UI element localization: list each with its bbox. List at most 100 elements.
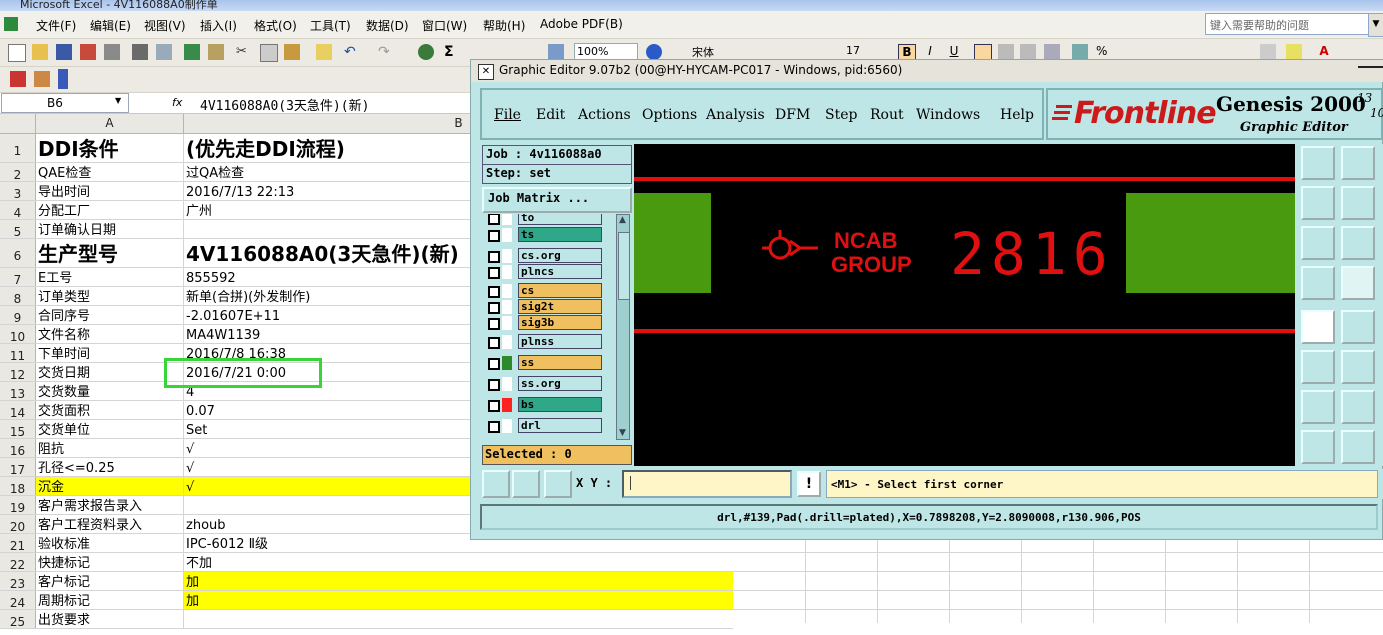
cell-a[interactable]: 客户工程资料录入 — [36, 515, 184, 533]
autosum-icon[interactable]: Σ — [444, 44, 460, 60]
cell-a[interactable]: 阻抗 — [36, 439, 184, 457]
layer-name[interactable]: cs.org — [518, 248, 602, 263]
row-header[interactable]: 23 — [0, 572, 36, 591]
delete-icon[interactable] — [1341, 350, 1375, 384]
help-search-input[interactable]: 键入需要帮助的问题 — [1205, 13, 1370, 35]
fx-icon[interactable]: fx — [172, 96, 182, 109]
name-box[interactable]: B6 ▼ — [1, 93, 129, 113]
cell-a[interactable]: 订单确认日期 — [36, 220, 184, 238]
menu-view[interactable]: 视图(V) — [144, 17, 186, 34]
select-icon[interactable] — [1301, 310, 1335, 344]
chevron-down-icon[interactable]: ▼ — [115, 96, 121, 105]
slant-line-icon[interactable] — [1341, 390, 1375, 424]
column-header-a[interactable]: A — [36, 114, 184, 133]
cell-a[interactable]: 生产型号 — [36, 239, 184, 267]
row-header[interactable]: 3 — [0, 182, 36, 201]
ge-menu-windows[interactable]: Windows — [916, 107, 980, 123]
layer-scroll-thumb[interactable] — [618, 232, 630, 300]
cell-a[interactable]: 订单类型 — [36, 287, 184, 305]
snap-grid-icon[interactable] — [512, 470, 540, 498]
layer-name[interactable]: sig3b — [518, 315, 602, 330]
cell-b[interactable]: 加 — [184, 591, 733, 609]
row-header[interactable]: 5 — [0, 220, 36, 239]
layer-row-cs[interactable]: cs — [482, 283, 616, 300]
snap-center-icon[interactable] — [544, 470, 572, 498]
cell-a[interactable]: 文件名称 — [36, 325, 184, 343]
row-header[interactable]: 22 — [0, 553, 36, 572]
cell-a[interactable]: 合同序号 — [36, 306, 184, 324]
cell-a[interactable]: QAE检查 — [36, 163, 184, 181]
cell-a[interactable]: E工号 — [36, 268, 184, 286]
row-header[interactable]: 15 — [0, 420, 36, 439]
pdf-email-icon[interactable] — [34, 71, 50, 87]
permission-icon[interactable] — [80, 44, 96, 60]
underline-icon[interactable]: U — [946, 44, 962, 60]
layer-row-sig3b[interactable]: sig3b — [482, 315, 616, 332]
cell-a[interactable]: 验收标准 — [36, 534, 184, 552]
xy-input[interactable] — [622, 470, 792, 498]
cell-a[interactable]: DDI条件 — [36, 134, 184, 162]
row-header[interactable]: 14 — [0, 401, 36, 420]
row-header[interactable]: 19 — [0, 496, 36, 515]
layer-name[interactable]: plnss — [518, 334, 602, 349]
zoom-fit-icon[interactable] — [1301, 226, 1335, 260]
cell-a[interactable]: 孔径<=0.25 — [36, 458, 184, 476]
layer-color-swatch[interactable] — [502, 249, 512, 263]
row-header[interactable]: 6 — [0, 239, 36, 267]
row-header[interactable]: 8 — [0, 287, 36, 306]
cell-a[interactable]: 出货要求 — [36, 610, 184, 628]
cell-a[interactable]: 客户标记 — [36, 572, 184, 590]
layer-color-swatch[interactable] — [502, 228, 512, 242]
layer-checkbox[interactable] — [488, 379, 500, 391]
cell-a[interactable]: 交货单位 — [36, 420, 184, 438]
cell-a[interactable]: 交货数量 — [36, 382, 184, 400]
research-icon[interactable] — [208, 44, 224, 60]
cell-b[interactable]: 不加 — [184, 553, 733, 571]
menu-file[interactable]: 文件(F) — [36, 17, 76, 34]
save-icon[interactable] — [56, 44, 72, 60]
layer-color-swatch[interactable] — [502, 419, 512, 433]
font-size-select[interactable]: 17 — [842, 43, 892, 60]
open-icon[interactable] — [32, 44, 48, 60]
menu-insert[interactable]: 插入(I) — [200, 17, 237, 34]
cell-a[interactable]: 沉金 — [36, 477, 184, 495]
layer-checkbox[interactable] — [488, 400, 500, 412]
excel-app-icon[interactable] — [4, 17, 18, 31]
layer-checkbox[interactable] — [488, 318, 500, 330]
snap-off-icon[interactable] — [482, 470, 510, 498]
menu-edit[interactable]: 编辑(E) — [90, 17, 131, 34]
percent-icon[interactable]: % — [1096, 44, 1112, 60]
paste-icon[interactable] — [284, 44, 300, 60]
zoom-down-icon[interactable] — [1341, 146, 1375, 180]
align-right-icon[interactable] — [1020, 44, 1036, 60]
formula-input[interactable]: 4V116088A0(3天急件)(新) — [200, 95, 369, 114]
layer-name[interactable]: ss — [518, 355, 602, 370]
email-icon[interactable] — [104, 44, 120, 60]
layer-name[interactable]: bs — [518, 397, 602, 412]
layer-color-swatch[interactable] — [502, 377, 512, 391]
row-header[interactable]: 17 — [0, 458, 36, 477]
layer-checkbox[interactable] — [488, 267, 500, 279]
row-header[interactable]: 7 — [0, 268, 36, 287]
zoom-home-icon[interactable] — [1341, 226, 1375, 260]
cell-a[interactable]: 分配工厂 — [36, 201, 184, 219]
line-icon[interactable] — [1301, 390, 1335, 424]
font-name-select[interactable]: 宋体 — [690, 43, 838, 60]
cell-b[interactable]: 加 — [184, 572, 733, 590]
exclamation-icon[interactable]: ! — [797, 471, 821, 497]
row-header[interactable]: 10 — [0, 325, 36, 344]
connect-icon[interactable] — [1301, 350, 1335, 384]
ge-menu-analysis[interactable]: Analysis — [706, 107, 765, 123]
borders-icon[interactable] — [1260, 44, 1276, 60]
currency-icon[interactable] — [1072, 44, 1088, 60]
undo-icon[interactable]: ↶ — [344, 44, 360, 60]
edit-shape-icon[interactable] — [1341, 310, 1375, 344]
ge-menu-step[interactable]: Step — [825, 107, 857, 123]
zoom-up-icon[interactable] — [1301, 146, 1335, 180]
layer-name[interactable]: ss.org — [518, 376, 602, 391]
format-painter-icon[interactable] — [316, 44, 332, 60]
layer-row-sig2t[interactable]: sig2t — [482, 299, 616, 316]
row-header[interactable]: 20 — [0, 515, 36, 534]
row-header[interactable]: 18 — [0, 477, 36, 496]
layer-row-bs[interactable]: bs — [482, 397, 616, 414]
